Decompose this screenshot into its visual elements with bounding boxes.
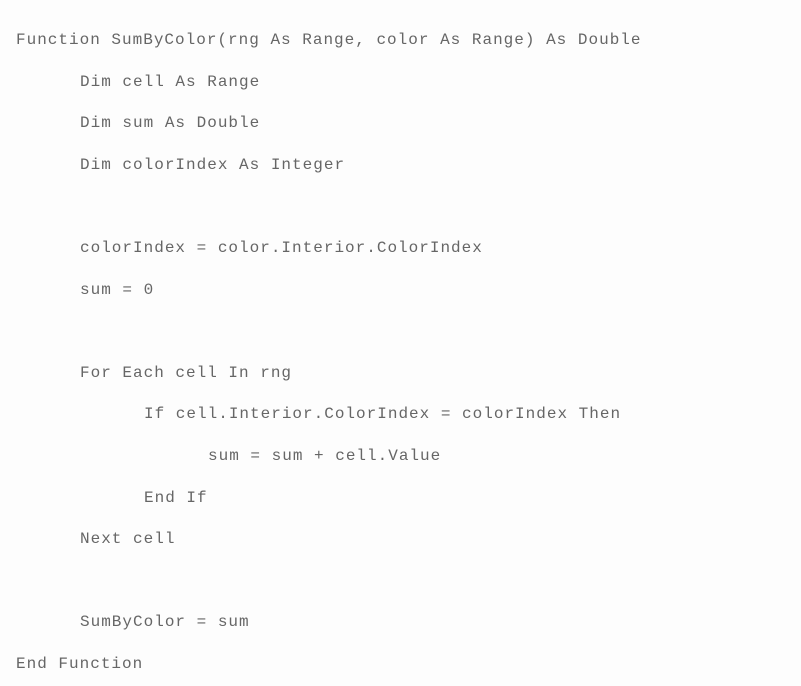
code-line: If cell.Interior.ColorIndex = colorIndex… [16,394,785,436]
code-line: Dim cell As Range [16,62,785,104]
code-line: Dim sum As Double [16,103,785,145]
code-line: colorIndex = color.Interior.ColorIndex [16,228,785,270]
code-line: SumByColor = sum [16,602,785,644]
code-line: sum = 0 [16,270,785,312]
code-line: End Function [16,644,785,686]
blank-line [16,186,785,228]
code-line: sum = sum + cell.Value [16,436,785,478]
code-line: Next cell [16,519,785,561]
blank-line [16,561,785,603]
code-line: Function SumByColor(rng As Range, color … [16,20,785,62]
code-block: Function SumByColor(rng As Range, color … [16,20,785,686]
code-line: For Each cell In rng [16,353,785,395]
code-line: End If [16,478,785,520]
code-line: Dim colorIndex As Integer [16,145,785,187]
blank-line [16,311,785,353]
